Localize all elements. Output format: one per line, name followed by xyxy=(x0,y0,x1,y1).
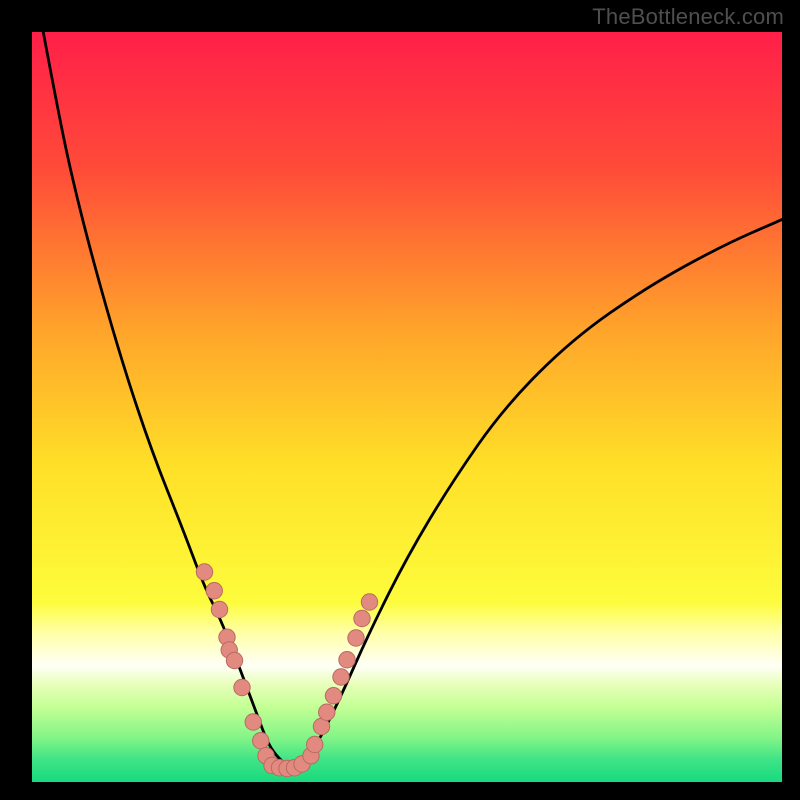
plot-svg xyxy=(32,32,782,782)
data-dot xyxy=(319,704,335,720)
data-dot xyxy=(206,583,222,599)
data-dot xyxy=(226,652,242,668)
data-dot xyxy=(361,594,377,610)
data-dot xyxy=(234,679,250,695)
data-dot xyxy=(325,688,341,704)
bottleneck-curve xyxy=(43,32,782,766)
data-dot xyxy=(354,610,370,626)
data-dot xyxy=(196,564,212,580)
data-dot xyxy=(245,714,261,730)
app-frame: TheBottleneck.com xyxy=(0,0,800,800)
data-dot xyxy=(211,601,227,617)
data-dot xyxy=(348,630,364,646)
data-dot xyxy=(333,669,349,685)
watermark-text: TheBottleneck.com xyxy=(592,4,784,30)
plot-panel xyxy=(32,32,782,782)
data-dot xyxy=(339,652,355,668)
data-dot xyxy=(253,733,269,749)
data-dot xyxy=(307,736,323,752)
